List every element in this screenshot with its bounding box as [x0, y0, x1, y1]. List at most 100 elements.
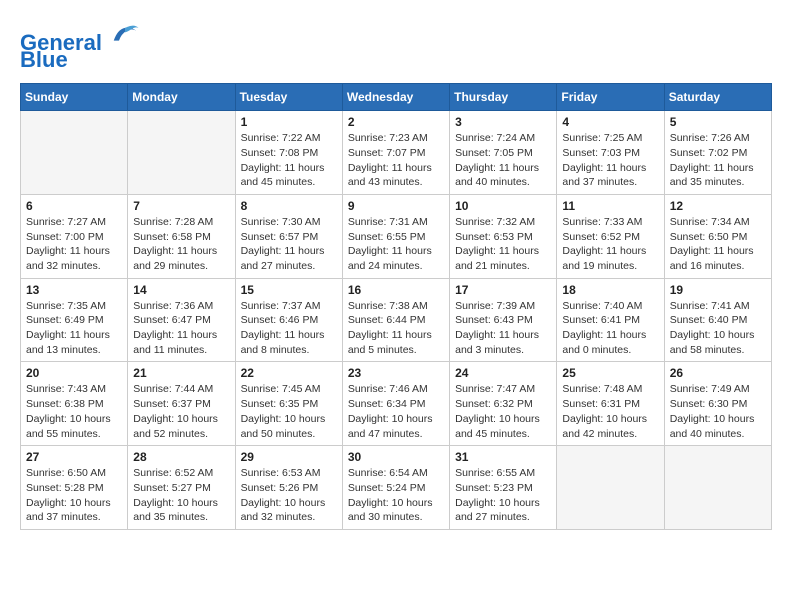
day-number: 23	[348, 366, 444, 380]
day-info: Sunrise: 7:28 AM Sunset: 6:58 PM Dayligh…	[133, 215, 229, 274]
weekday-header-friday: Friday	[557, 84, 664, 111]
day-info: Sunrise: 7:37 AM Sunset: 6:46 PM Dayligh…	[241, 299, 337, 358]
day-info: Sunrise: 7:38 AM Sunset: 6:44 PM Dayligh…	[348, 299, 444, 358]
calendar-cell: 29 Sunrise: 6:53 AM Sunset: 5:26 PM Dayli…	[235, 446, 342, 530]
calendar-week-row: 6 Sunrise: 7:27 AM Sunset: 7:00 PM Daylig…	[21, 194, 772, 278]
day-info: Sunrise: 7:44 AM Sunset: 6:37 PM Dayligh…	[133, 382, 229, 441]
calendar-cell: 9Sunrise: 7:31 AM Sunset: 6:55 PM Daylig…	[342, 194, 449, 278]
calendar-cell: 27 Sunrise: 6:50 AM Sunset: 5:28 PM Dayli…	[21, 446, 128, 530]
day-number: 7	[133, 199, 229, 213]
day-number: 27	[26, 450, 122, 464]
calendar-cell: 18 Sunrise: 7:40 AM Sunset: 6:41 PM Dayli…	[557, 278, 664, 362]
day-number: 15	[241, 283, 337, 297]
day-info: Sunrise: 7:22 AM Sunset: 7:08 PM Dayligh…	[241, 131, 337, 190]
weekday-header-monday: Monday	[128, 84, 235, 111]
day-info: Sunrise: 6:52 AM Sunset: 5:27 PM Dayligh…	[133, 466, 229, 525]
calendar-cell: 31 Sunrise: 6:55 AM Sunset: 5:23 PM Dayli…	[450, 446, 557, 530]
day-number: 12	[670, 199, 766, 213]
calendar-cell: 1 Sunrise: 7:22 AM Sunset: 7:08 PM Daylig…	[235, 111, 342, 195]
calendar-cell: 24Sunrise: 7:47 AM Sunset: 6:32 PM Dayli…	[450, 362, 557, 446]
day-info: Sunrise: 7:33 AM Sunset: 6:52 PM Dayligh…	[562, 215, 658, 274]
logo: General Blue	[20, 20, 140, 73]
day-number: 10	[455, 199, 551, 213]
calendar-cell: 28 Sunrise: 6:52 AM Sunset: 5:27 PM Dayli…	[128, 446, 235, 530]
calendar-cell: 26 Sunrise: 7:49 AM Sunset: 6:30 PM Dayli…	[664, 362, 771, 446]
day-number: 22	[241, 366, 337, 380]
calendar-cell: 14Sunrise: 7:36 AM Sunset: 6:47 PM Dayli…	[128, 278, 235, 362]
day-info: Sunrise: 7:35 AM Sunset: 6:49 PM Dayligh…	[26, 299, 122, 358]
day-info: Sunrise: 7:49 AM Sunset: 6:30 PM Dayligh…	[670, 382, 766, 441]
calendar-week-row: 20Sunrise: 7:43 AM Sunset: 6:38 PM Dayli…	[21, 362, 772, 446]
calendar-cell: 7 Sunrise: 7:28 AM Sunset: 6:58 PM Daylig…	[128, 194, 235, 278]
weekday-header-wednesday: Wednesday	[342, 84, 449, 111]
day-number: 1	[241, 115, 337, 129]
day-info: Sunrise: 7:36 AM Sunset: 6:47 PM Dayligh…	[133, 299, 229, 358]
weekday-header-saturday: Saturday	[664, 84, 771, 111]
day-number: 24	[455, 366, 551, 380]
calendar-cell: 4 Sunrise: 7:25 AM Sunset: 7:03 PM Daylig…	[557, 111, 664, 195]
day-info: Sunrise: 7:40 AM Sunset: 6:41 PM Dayligh…	[562, 299, 658, 358]
day-number: 30	[348, 450, 444, 464]
calendar-week-row: 13 Sunrise: 7:35 AM Sunset: 6:49 PM Dayli…	[21, 278, 772, 362]
day-info: Sunrise: 6:55 AM Sunset: 5:23 PM Dayligh…	[455, 466, 551, 525]
calendar-cell: 10Sunrise: 7:32 AM Sunset: 6:53 PM Dayli…	[450, 194, 557, 278]
day-info: Sunrise: 7:24 AM Sunset: 7:05 PM Dayligh…	[455, 131, 551, 190]
day-number: 5	[670, 115, 766, 129]
day-info: Sunrise: 7:43 AM Sunset: 6:38 PM Dayligh…	[26, 382, 122, 441]
day-info: Sunrise: 7:34 AM Sunset: 6:50 PM Dayligh…	[670, 215, 766, 274]
calendar-cell: 16Sunrise: 7:38 AM Sunset: 6:44 PM Dayli…	[342, 278, 449, 362]
day-number: 3	[455, 115, 551, 129]
day-info: Sunrise: 7:41 AM Sunset: 6:40 PM Dayligh…	[670, 299, 766, 358]
calendar-cell: 6 Sunrise: 7:27 AM Sunset: 7:00 PM Daylig…	[21, 194, 128, 278]
weekday-header-tuesday: Tuesday	[235, 84, 342, 111]
weekday-header-thursday: Thursday	[450, 84, 557, 111]
day-number: 18	[562, 283, 658, 297]
day-number: 11	[562, 199, 658, 213]
day-number: 4	[562, 115, 658, 129]
day-info: Sunrise: 7:23 AM Sunset: 7:07 PM Dayligh…	[348, 131, 444, 190]
day-info: Sunrise: 7:25 AM Sunset: 7:03 PM Dayligh…	[562, 131, 658, 190]
day-info: Sunrise: 7:46 AM Sunset: 6:34 PM Dayligh…	[348, 382, 444, 441]
day-number: 21	[133, 366, 229, 380]
calendar-cell: 12 Sunrise: 7:34 AM Sunset: 6:50 PM Dayli…	[664, 194, 771, 278]
calendar-cell: 23 Sunrise: 7:46 AM Sunset: 6:34 PM Dayli…	[342, 362, 449, 446]
calendar-cell	[664, 446, 771, 530]
calendar-cell: 30 Sunrise: 6:54 AM Sunset: 5:24 PM Dayli…	[342, 446, 449, 530]
calendar-cell	[21, 111, 128, 195]
calendar-cell: 17Sunrise: 7:39 AM Sunset: 6:43 PM Dayli…	[450, 278, 557, 362]
calendar-cell: 15 Sunrise: 7:37 AM Sunset: 6:46 PM Dayli…	[235, 278, 342, 362]
calendar-cell: 8Sunrise: 7:30 AM Sunset: 6:57 PM Daylig…	[235, 194, 342, 278]
calendar-cell: 11 Sunrise: 7:33 AM Sunset: 6:52 PM Dayli…	[557, 194, 664, 278]
day-info: Sunrise: 7:27 AM Sunset: 7:00 PM Dayligh…	[26, 215, 122, 274]
day-number: 25	[562, 366, 658, 380]
day-info: Sunrise: 7:48 AM Sunset: 6:31 PM Dayligh…	[562, 382, 658, 441]
calendar-cell: 2 Sunrise: 7:23 AM Sunset: 7:07 PM Daylig…	[342, 111, 449, 195]
calendar-cell	[557, 446, 664, 530]
day-number: 6	[26, 199, 122, 213]
day-info: Sunrise: 6:53 AM Sunset: 5:26 PM Dayligh…	[241, 466, 337, 525]
calendar-cell: 22 Sunrise: 7:45 AM Sunset: 6:35 PM Dayli…	[235, 362, 342, 446]
day-number: 31	[455, 450, 551, 464]
day-number: 13	[26, 283, 122, 297]
day-number: 8	[241, 199, 337, 213]
day-number: 28	[133, 450, 229, 464]
calendar-cell: 3 Sunrise: 7:24 AM Sunset: 7:05 PM Daylig…	[450, 111, 557, 195]
weekday-header-row: SundayMondayTuesdayWednesdayThursdayFrid…	[21, 84, 772, 111]
weekday-header-sunday: Sunday	[21, 84, 128, 111]
day-info: Sunrise: 7:26 AM Sunset: 7:02 PM Dayligh…	[670, 131, 766, 190]
day-number: 2	[348, 115, 444, 129]
calendar-cell: 13 Sunrise: 7:35 AM Sunset: 6:49 PM Dayli…	[21, 278, 128, 362]
day-info: Sunrise: 6:54 AM Sunset: 5:24 PM Dayligh…	[348, 466, 444, 525]
day-info: Sunrise: 6:50 AM Sunset: 5:28 PM Dayligh…	[26, 466, 122, 525]
calendar-week-row: 1 Sunrise: 7:22 AM Sunset: 7:08 PM Daylig…	[21, 111, 772, 195]
calendar-table: SundayMondayTuesdayWednesdayThursdayFrid…	[20, 83, 772, 530]
calendar-cell: 5 Sunrise: 7:26 AM Sunset: 7:02 PM Daylig…	[664, 111, 771, 195]
day-info: Sunrise: 7:31 AM Sunset: 6:55 PM Dayligh…	[348, 215, 444, 274]
logo-bird-icon	[110, 20, 140, 50]
calendar-cell: 19 Sunrise: 7:41 AM Sunset: 6:40 PM Dayli…	[664, 278, 771, 362]
day-number: 19	[670, 283, 766, 297]
day-info: Sunrise: 7:39 AM Sunset: 6:43 PM Dayligh…	[455, 299, 551, 358]
day-info: Sunrise: 7:45 AM Sunset: 6:35 PM Dayligh…	[241, 382, 337, 441]
day-number: 29	[241, 450, 337, 464]
day-number: 26	[670, 366, 766, 380]
